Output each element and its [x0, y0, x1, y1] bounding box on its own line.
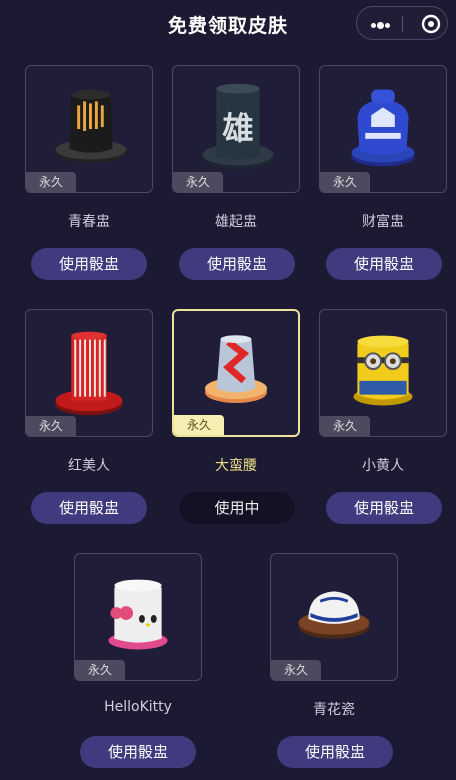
use-cup-button[interactable]: 使用骰盅	[326, 248, 442, 280]
skin-card-xiaohuangren[interactable]: 永久	[319, 309, 447, 437]
cup-glyph: 雄	[222, 111, 254, 147]
close-target-icon[interactable]	[421, 14, 441, 34]
permanent-badge: 永久	[320, 172, 370, 192]
skin-name: 小黄人	[362, 458, 404, 474]
capsule-divider	[402, 16, 403, 32]
skin-name: 大蛮腰	[215, 458, 257, 474]
skin-card-xiongqi[interactable]: 雄 永久	[172, 65, 300, 193]
use-cup-button[interactable]: 使用骰盅	[31, 492, 147, 524]
nav-bar: 免费领取皮肤	[0, 0, 456, 48]
permanent-badge: 永久	[320, 416, 370, 436]
permanent-badge: 永久	[26, 172, 76, 192]
use-cup-button[interactable]: 使用骰盅	[31, 248, 147, 280]
use-cup-button[interactable]: 使用骰盅	[179, 248, 295, 280]
permanent-badge: 永久	[75, 660, 125, 680]
skin-card-damanyao[interactable]: 永久	[172, 309, 300, 437]
skin-name: 红美人	[68, 458, 110, 474]
permanent-badge: 永久	[173, 172, 223, 192]
skin-card-hongmeiren[interactable]: 永久	[25, 309, 153, 437]
use-cup-button[interactable]: 使用骰盅	[326, 492, 442, 524]
more-icon[interactable]	[371, 22, 390, 29]
skin-name: 青花瓷	[313, 702, 355, 718]
mini-program-capsule	[356, 6, 448, 40]
use-cup-button[interactable]: 使用骰盅	[277, 736, 393, 768]
skin-name: 雄起盅	[215, 214, 257, 230]
skin-card-hellokitty[interactable]: 永久	[74, 553, 202, 681]
use-cup-button[interactable]: 使用骰盅	[80, 736, 196, 768]
permanent-badge: 永久	[271, 660, 321, 680]
permanent-badge: 永久	[26, 416, 76, 436]
permanent-badge: 永久	[174, 415, 224, 435]
skin-card-qingchun[interactable]: 永久	[25, 65, 153, 193]
skin-card-caifu[interactable]: 永久	[319, 65, 447, 193]
skin-name: HelloKitty	[104, 699, 172, 715]
skin-name: 青春盅	[68, 214, 110, 230]
skin-card-qinghuaci[interactable]: 永久	[270, 553, 398, 681]
in-use-button[interactable]: 使用中	[179, 492, 295, 524]
skin-name: 财富盅	[362, 214, 404, 230]
